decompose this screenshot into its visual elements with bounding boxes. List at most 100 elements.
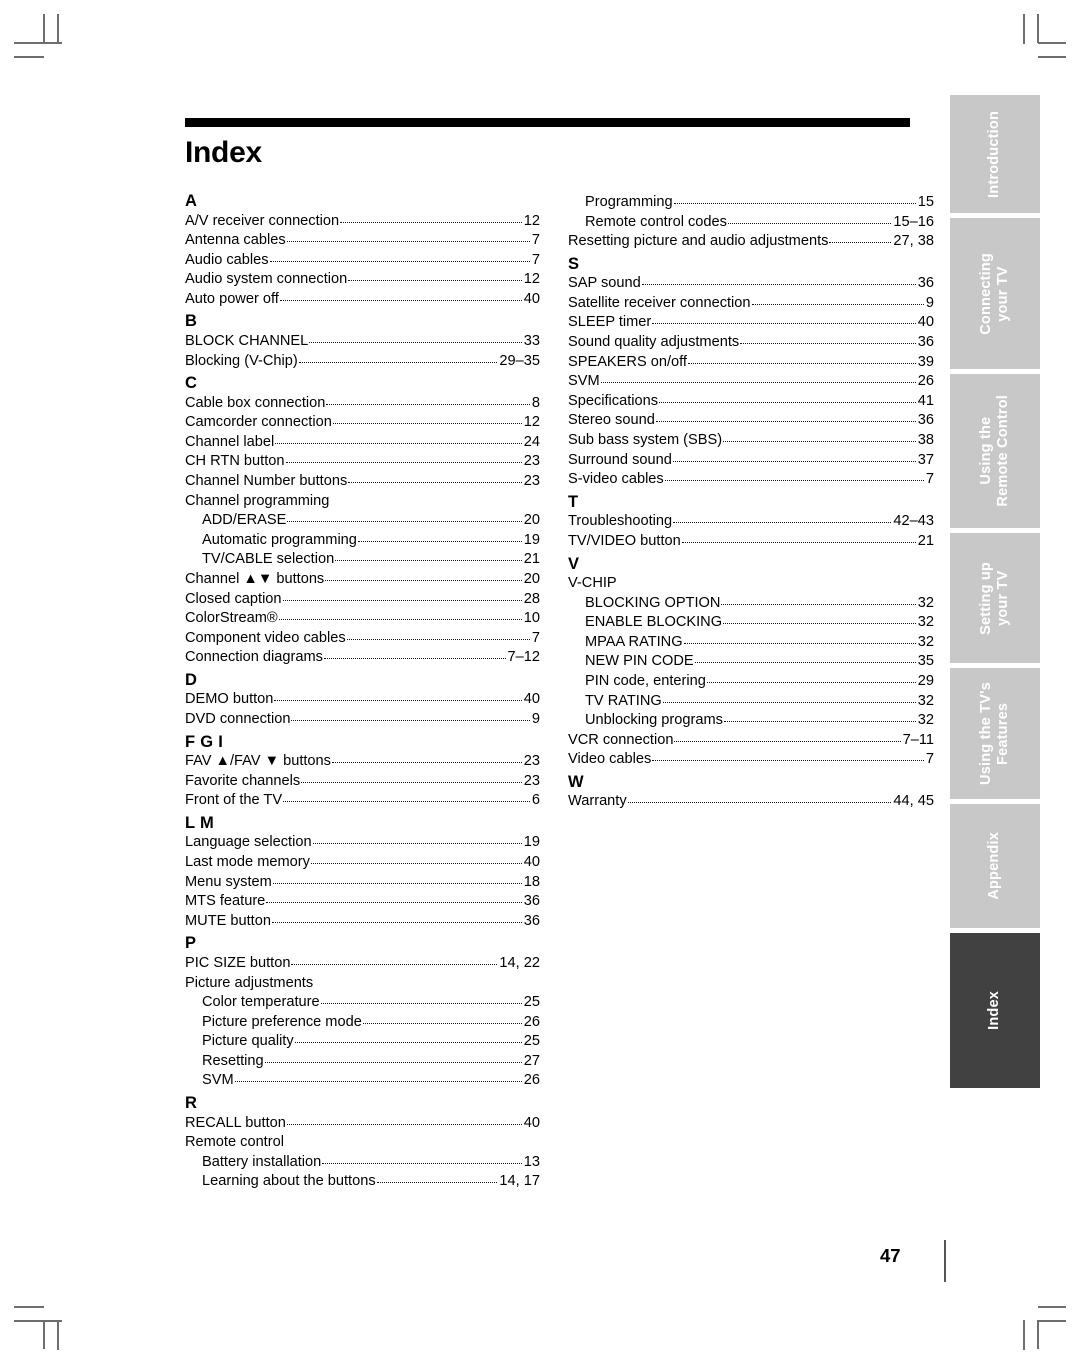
index-entry[interactable]: Audio system connection 12 [185,270,540,290]
index-entry[interactable]: SAP sound 36 [568,274,934,294]
index-entry-page: 7 [531,629,540,646]
index-entry[interactable]: Stereo sound 36 [568,411,934,431]
section-tab[interactable]: Setting up your TV [950,533,1040,663]
index-entry-label: Last mode memory [185,854,310,871]
index-entry[interactable]: SVM 26 [568,372,934,392]
crop-mark-top-left-tick [57,14,59,44]
index-entry[interactable]: TV RATING 32 [568,692,934,712]
section-tab[interactable]: Using the TV's Features [950,668,1040,799]
index-letter-heading: S [568,254,580,273]
index-entry[interactable]: Front of the TV 6 [185,791,540,811]
index-leader-dots [325,580,522,581]
index-entry[interactable]: Color temperature 25 [185,993,540,1013]
index-entry[interactable]: Channel Number buttons 23 [185,472,540,492]
index-entry[interactable]: TV/CABLE selection 21 [185,550,540,570]
index-entry[interactable]: MPAA RATING 32 [568,633,934,653]
section-tab[interactable]: Connecting your TV [950,218,1040,369]
index-leader-dots [320,1003,522,1005]
index-entry[interactable]: ENABLE BLOCKING 32 [568,613,934,633]
index-entry[interactable]: TV/VIDEO button 21 [568,532,934,552]
index-entry[interactable]: FAV ▲/FAV ▼ buttons 23 [185,752,540,772]
index-entry[interactable]: Sub bass system (SBS) 38 [568,431,934,451]
index-entry-label: Troubleshooting [568,513,673,530]
index-entry[interactable]: Programming 15 [568,193,934,213]
index-entry[interactable]: VCR connection 7–11 [568,731,934,751]
index-entry[interactable]: Auto power off 40 [185,290,540,310]
index-entry[interactable]: Channel programming [185,492,540,512]
index-entry[interactable]: Surround sound 37 [568,451,934,471]
section-tab[interactable]: Index [950,933,1040,1088]
index-entry[interactable]: Picture quality 25 [185,1032,540,1052]
index-entry[interactable]: Learning about the buttons 14, 17 [185,1172,540,1192]
index-entry[interactable]: Resetting picture and audio adjustments 2… [568,232,934,252]
index-letter-heading: R [185,1094,198,1113]
index-entry-page: 26 [917,373,934,390]
index-entry[interactable]: Connection diagrams 7–12 [185,648,540,668]
index-entry[interactable]: Resetting 27 [185,1052,540,1072]
index-entry[interactable]: Cable box connection 8 [185,394,540,414]
index-entry[interactable]: Language selection 19 [185,833,540,853]
section-tab-label: Using the Remote Control [977,395,1011,507]
index-entry[interactable]: Unblocking programs 32 [568,711,934,731]
index-entry[interactable]: V-CHIP [568,574,934,594]
index-entry[interactable]: CH RTN button 23 [185,452,540,472]
index-leader-dots [340,221,522,223]
index-entry[interactable]: Channel ▲▼ buttons 20 [185,570,540,590]
index-entry-page: 10 [523,610,540,627]
index-entry[interactable]: Remote control [185,1133,540,1153]
index-entry[interactable]: DVD connection 9 [185,710,540,730]
index-entry[interactable]: Blocking (V-Chip) 29–35 [185,352,540,372]
index-entry[interactable]: Remote control codes 15–16 [568,213,934,233]
index-entry[interactable]: Favorite channels 23 [185,772,540,792]
index-entry[interactable]: Specifications 41 [568,392,934,412]
index-entry[interactable]: RECALL button 40 [185,1114,540,1134]
index-entry[interactable]: Picture adjustments [185,974,540,994]
index-entry[interactable]: Audio cables 7 [185,251,540,271]
index-entry[interactable]: MUTE button 36 [185,912,540,932]
index-entry[interactable]: Picture preference mode 26 [185,1013,540,1033]
index-entry[interactable]: Menu system 18 [185,873,540,893]
index-entry-label: MUTE button [185,912,271,929]
index-entry[interactable]: Last mode memory 40 [185,853,540,873]
index-entry[interactable]: A/V receiver connection 12 [185,212,540,232]
index-entry[interactable]: Satellite receiver connection 9 [568,294,934,314]
index-entry-label: PIC SIZE button [185,954,291,971]
index-entry[interactable]: SPEAKERS on/off 39 [568,353,934,373]
index-entry[interactable]: SLEEP timer 40 [568,313,934,333]
index-entry[interactable]: BLOCKING OPTION 32 [568,594,934,614]
index-entry-label: ENABLE BLOCKING [585,614,723,631]
index-entry[interactable]: Closed caption 28 [185,590,540,610]
index-entry[interactable]: ColorStream® 10 [185,609,540,629]
index-entry[interactable]: Component video cables 7 [185,629,540,649]
index-entry[interactable]: Channel label 24 [185,433,540,453]
index-leader-dots [376,1182,498,1184]
index-entry[interactable]: Troubleshooting 42–43 [568,512,934,532]
index-entry[interactable]: Automatic programming 19 [185,531,540,551]
index-entry[interactable]: Video cables 7 [568,750,934,770]
index-entry[interactable]: BLOCK CHANNEL 33 [185,332,540,352]
index-entry[interactable]: S-video cables 7 [568,470,934,490]
section-tab[interactable]: Appendix [950,804,1040,928]
index-entry-page: 33 [523,332,540,349]
index-entry[interactable]: ADD/ERASE 20 [185,511,540,531]
index-entry[interactable]: MTS feature 36 [185,892,540,912]
index-entry[interactable]: SVM 26 [185,1071,540,1091]
index-entry[interactable]: DEMO button 40 [185,690,540,710]
index-leader-dots [721,603,916,605]
index-entry[interactable]: Camcorder connection 12 [185,413,540,433]
index-letter-heading: W [568,772,584,791]
crop-mark-top-left-bleed [14,56,44,58]
section-tab[interactable]: Introduction [950,95,1040,213]
section-tab[interactable]: Using the Remote Control [950,374,1040,528]
index-entry[interactable]: PIN code, entering 29 [568,672,934,692]
index-entry[interactable]: NEW PIN CODE 35 [568,652,934,672]
index-entry-label: Satellite receiver connection [568,294,751,311]
index-entry[interactable]: Sound quality adjustments 36 [568,333,934,353]
index-entry-page: 7 [925,751,934,768]
index-leader-dots [829,242,892,244]
index-entry[interactable]: Antenna cables 7 [185,231,540,251]
index-entry[interactable]: PIC SIZE button 14, 22 [185,954,540,974]
index-entry-page: 36 [523,893,540,910]
index-entry[interactable]: Battery installation 13 [185,1153,540,1173]
index-entry[interactable]: Warranty 44, 45 [568,792,934,812]
